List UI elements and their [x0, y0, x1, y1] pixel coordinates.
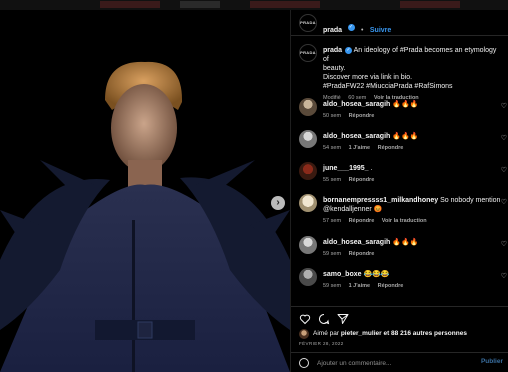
model-photo-illustration	[0, 10, 290, 372]
liked-by-prefix: Aimé par	[313, 330, 340, 337]
comment-body: aldo_hosea_saragih 🔥🔥🔥 50 sem Répondre	[323, 100, 503, 121]
comment-time: 50 sem	[323, 113, 342, 119]
comment-meta: 59 sem 1 J'aime Répondre	[323, 282, 503, 291]
comment-meta: 50 sem Répondre	[323, 112, 503, 121]
comment-icon[interactable]	[318, 313, 330, 325]
tab-thumbnail	[250, 1, 320, 8]
caption-author[interactable]: prada	[323, 47, 342, 54]
caption-body: prada ✓ An ideology of #Prada becomes an…	[323, 46, 503, 103]
comment-time: 59 sem	[323, 251, 342, 257]
reply-button[interactable]: Répondre	[349, 113, 375, 119]
heart-icon[interactable]: ♡	[501, 134, 507, 142]
post-photo[interactable]: ›	[0, 10, 290, 372]
comment-meta: 55 sem Répondre	[323, 176, 503, 185]
add-comment-bar: Publier	[291, 352, 508, 372]
comments-list[interactable]: PRADA prada ✓ An ideology of #Prada beco…	[291, 38, 508, 306]
reply-button[interactable]: Répondre	[349, 177, 375, 183]
header-account: prada ✓ • Suivre	[323, 19, 391, 37]
comment-author[interactable]: aldo_hosea_saragih	[323, 133, 390, 140]
next-photo-button[interactable]: ›	[271, 196, 285, 210]
heart-icon[interactable]: ♡	[501, 102, 507, 110]
comment-meta: 54 sem 1 J'aime Répondre	[323, 144, 503, 153]
comment-body: june___1995_ . 55 sem Répondre	[323, 164, 503, 185]
liked-by-user[interactable]: pieter_mulier	[341, 330, 382, 337]
verified-icon: ✓	[345, 46, 353, 54]
reply-button[interactable]: Répondre	[349, 251, 375, 257]
liked-by-avatar[interactable]	[299, 329, 309, 339]
caption-line: #PradaFW22 #MiucciaPrada #RafSimons	[323, 83, 453, 90]
caption-line: beauty.	[323, 65, 346, 72]
reply-button[interactable]: Répondre	[378, 145, 404, 151]
liked-by-count[interactable]: et 88 216 autres personnes	[383, 330, 466, 337]
comment-author[interactable]: bornanempressss1_milkandhoney	[323, 197, 438, 204]
comment-author[interactable]: samo_boxe	[323, 271, 362, 278]
publish-button[interactable]: Publier	[481, 358, 503, 365]
separator-dot: •	[360, 27, 364, 34]
share-icon[interactable]	[337, 313, 349, 325]
tab-thumbnail	[400, 1, 460, 8]
avatar[interactable]	[299, 162, 317, 180]
comment-body: aldo_hosea_saragih 🔥🔥🔥 59 sem Répondre	[323, 238, 503, 259]
reply-button[interactable]: Répondre	[349, 218, 375, 224]
heart-icon[interactable]: ♡	[501, 166, 507, 174]
comment-author[interactable]: june___1995_	[323, 165, 369, 172]
comment-likes[interactable]: 1 J'aime	[349, 283, 371, 289]
post-header: PRADA prada ✓ • Suivre	[291, 10, 508, 36]
verified-icon: ✓	[347, 24, 355, 32]
reply-button[interactable]: Répondre	[378, 283, 404, 289]
comment-author[interactable]: aldo_hosea_saragih	[323, 239, 390, 246]
comment-input[interactable]	[317, 358, 467, 368]
avatar[interactable]	[299, 194, 317, 212]
comment-time: 57 sem	[323, 218, 342, 224]
heart-icon[interactable]: ♡	[501, 198, 507, 206]
comment-likes[interactable]: 1 J'aime	[349, 145, 371, 151]
tab-thumbnail	[180, 1, 220, 8]
chevron-right-icon: ›	[276, 197, 280, 208]
comment-time: 59 sem	[323, 283, 342, 289]
heart-icon[interactable]	[299, 313, 311, 325]
comment-body: bornanempressss1_milkandhoney So nobody …	[323, 196, 503, 226]
post-date[interactable]: FÉVRIER 28, 2022	[299, 341, 344, 346]
brand-avatar[interactable]: PRADA	[299, 44, 317, 62]
heart-icon[interactable]: ♡	[501, 272, 507, 280]
avatar[interactable]	[299, 268, 317, 286]
see-translation-link[interactable]: Voir la traduction	[382, 218, 427, 224]
comment-time: 55 sem	[323, 177, 342, 183]
comment-text: 🔥🔥🔥	[392, 239, 419, 246]
avatar[interactable]	[299, 98, 317, 116]
account-name[interactable]: prada	[323, 27, 342, 34]
comment-time: 54 sem	[323, 145, 342, 151]
post-side-panel: PRADA prada ✓ • Suivre PRADA prada ✓ An …	[290, 10, 508, 372]
liked-by-summary: Aimé par pieter_mulier et 88 216 autres …	[313, 330, 467, 337]
comment-meta: 59 sem Répondre	[323, 250, 503, 259]
browser-tab-strip	[0, 0, 508, 10]
avatar[interactable]	[299, 236, 317, 254]
comment-meta: 57 sem Répondre Voir la traduction	[323, 217, 503, 226]
comment-body: aldo_hosea_saragih 🔥🔥🔥 54 sem 1 J'aime R…	[323, 132, 503, 153]
comment-text: 😂😂😂	[363, 271, 390, 278]
comment-text: 🔥🔥🔥	[392, 133, 419, 140]
tab-thumbnail	[100, 1, 160, 8]
comment-text: 🔥🔥🔥	[392, 101, 419, 108]
comment-body: samo_boxe 😂😂😂 59 sem 1 J'aime Répondre	[323, 270, 503, 291]
post-actions	[291, 306, 508, 328]
brand-avatar[interactable]: PRADA	[299, 14, 317, 32]
emoji-icon[interactable]	[299, 358, 309, 368]
avatar[interactable]	[299, 130, 317, 148]
follow-button[interactable]: Suivre	[370, 27, 391, 34]
caption-line: Discover more via link in bio.	[323, 74, 413, 81]
heart-icon[interactable]: ♡	[501, 240, 507, 248]
comment-text: .	[370, 165, 373, 172]
comment-author[interactable]: aldo_hosea_saragih	[323, 101, 390, 108]
